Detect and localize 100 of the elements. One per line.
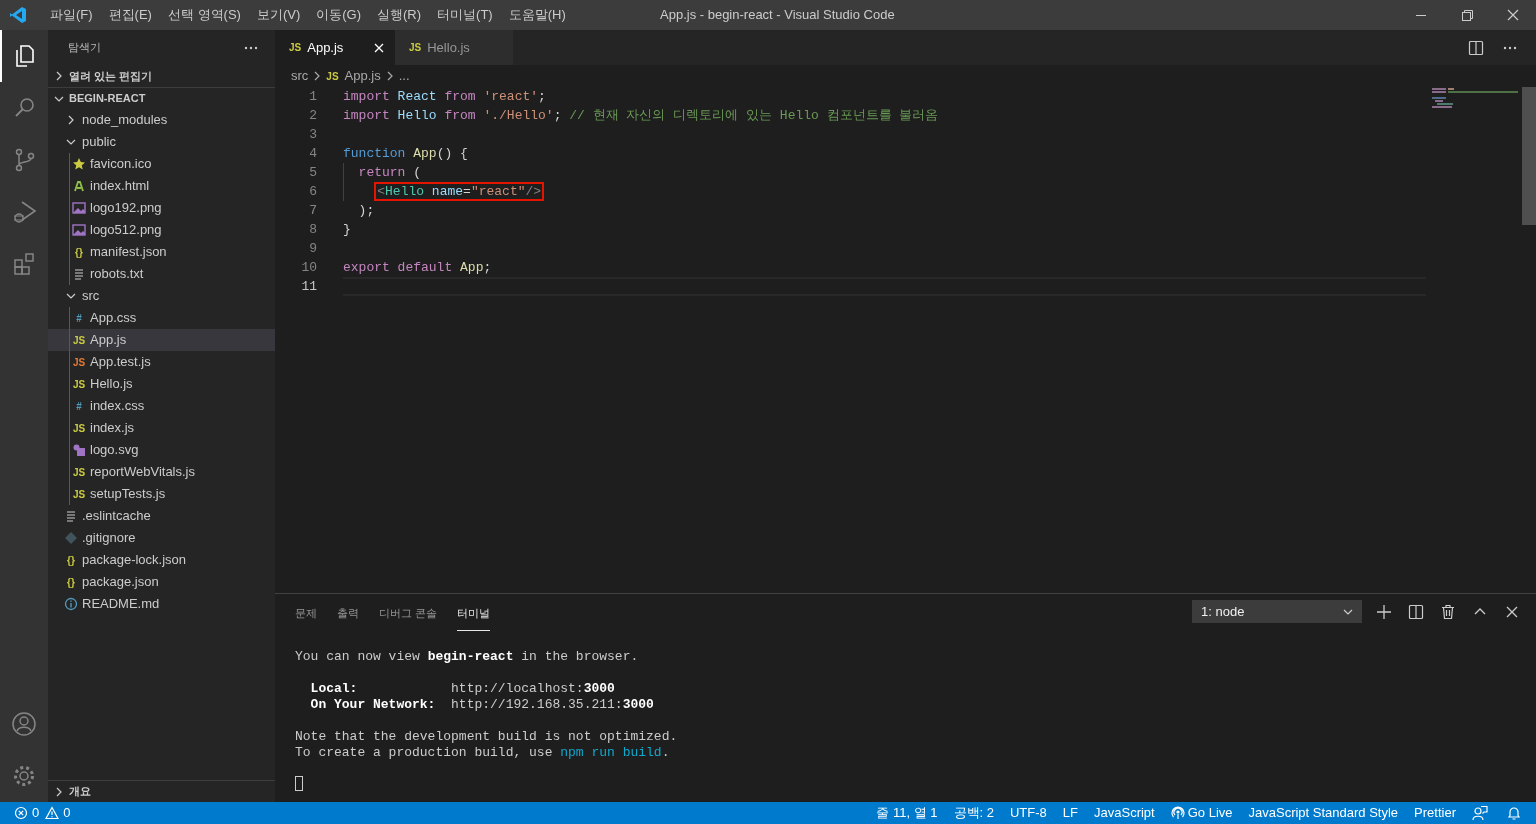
line-number: 10: [300, 258, 317, 277]
file-type-label: #: [75, 311, 83, 326]
bell-icon[interactable]: [1506, 805, 1522, 821]
file-item[interactable]: logo512.png: [48, 219, 275, 241]
panel-tab[interactable]: 출력: [337, 596, 359, 631]
file-item[interactable]: README.md: [48, 593, 275, 615]
file-type-label: JS: [72, 487, 86, 502]
breadcrumb-item[interactable]: ...: [398, 66, 410, 86]
file-type-label: JS: [72, 465, 86, 480]
status-item[interactable]: 공백: 2: [945, 803, 1002, 823]
terminal-line: Note that the development build is not optimized.: [295, 728, 679, 743]
file-item[interactable]: .gitignore: [48, 527, 275, 549]
text-file-icon: [72, 267, 86, 281]
text-file-icon: [64, 509, 78, 523]
file-item[interactable]: JS index.js: [48, 417, 275, 439]
menu-item[interactable]: 실행(R): [369, 5, 430, 25]
menu-item[interactable]: 터미널(T): [429, 5, 501, 25]
window-title: App.js - begin-react - Visual Studio Code: [660, 6, 895, 25]
file-item[interactable]: # index.css: [48, 395, 275, 417]
folder-item[interactable]: public: [48, 131, 275, 153]
file-item[interactable]: JS App.js: [48, 329, 275, 351]
file-item[interactable]: index.html: [48, 175, 275, 197]
code-line: return (: [357, 163, 422, 182]
file-type-label: JS: [72, 355, 86, 370]
status-item[interactable]: LF: [1054, 803, 1086, 823]
file-item[interactable]: JS reportWebVitals.js: [48, 461, 275, 483]
app-logo-icon: [9, 6, 27, 24]
explorer-title: 탐색기: [68, 40, 101, 56]
file-item[interactable]: .eslintcache: [48, 505, 275, 527]
panel-tab[interactable]: 디버그 콘솔: [379, 596, 438, 631]
file-type-label: {}: [66, 575, 76, 590]
status-item[interactable]: Prettier: [1406, 803, 1464, 823]
line-number: 7: [308, 201, 317, 220]
file-type-label: {}: [66, 553, 76, 568]
status-item[interactable]: UTF-8: [1002, 803, 1055, 823]
folder-item[interactable]: src: [48, 285, 275, 307]
file-item[interactable]: robots.txt: [48, 263, 275, 285]
file-type-label: JS: [326, 69, 339, 84]
broadcast-icon: [1170, 806, 1185, 820]
error-icon: [14, 806, 28, 820]
panel-tab[interactable]: 문제: [295, 596, 317, 631]
file-item[interactable]: JS Hello.js: [48, 373, 275, 395]
file-type-label: JS: [289, 41, 302, 55]
line-number: 2: [308, 106, 317, 125]
split-terminal-icon[interactable]: [1408, 603, 1424, 620]
go-live-button[interactable]: Go Live: [1162, 803, 1241, 823]
trash-icon[interactable]: [1440, 603, 1456, 620]
file-type-label: #: [75, 399, 83, 414]
file-item[interactable]: {} package-lock.json: [48, 549, 275, 571]
menu-item[interactable]: 선택 영역(S): [159, 5, 249, 25]
account-icon[interactable]: [11, 711, 37, 737]
folder-item[interactable]: node_modules: [48, 109, 275, 131]
menu-item[interactable]: 파일(F): [42, 5, 101, 25]
feedback-icon[interactable]: [1472, 805, 1488, 821]
line-number: 6: [308, 182, 317, 201]
line-number: 11: [300, 277, 317, 296]
line-number: 1: [308, 87, 317, 106]
menu-item[interactable]: 도움말(H): [500, 5, 574, 25]
star-icon: [72, 157, 86, 171]
file-item[interactable]: JS App.test.js: [48, 351, 275, 373]
info-icon: [64, 597, 78, 611]
line-number: 3: [308, 125, 317, 144]
breadcrumb-item[interactable]: src: [291, 66, 309, 86]
breadcrumb-label[interactable]: App.js: [344, 66, 381, 86]
status-item[interactable]: JavaScript Standard Style: [1240, 803, 1407, 823]
menu-item[interactable]: 편집(E): [100, 5, 160, 25]
file-type-label: JS: [72, 377, 86, 392]
status-item[interactable]: JavaScript: [1086, 803, 1163, 823]
problems-status[interactable]: 0 0: [0, 802, 71, 824]
file-item[interactable]: favicon.ico: [48, 153, 275, 175]
file-item[interactable]: # App.css: [48, 307, 275, 329]
file-item[interactable]: JS setupTests.js: [48, 483, 275, 505]
split-editor-icon[interactable]: [1468, 39, 1484, 56]
scrollbar-thumb[interactable]: [1522, 87, 1536, 225]
section-header[interactable]: BEGIN-REACT: [48, 87, 275, 109]
editor-tab[interactable]: JS App.js: [275, 30, 395, 65]
file-item[interactable]: {} manifest.json: [48, 241, 275, 263]
editor-tab[interactable]: JS Hello.js: [395, 30, 513, 65]
file-item[interactable]: logo.svg: [48, 439, 275, 461]
file-type-label: {}: [74, 245, 84, 260]
add-icon[interactable]: [1376, 603, 1392, 620]
file-item[interactable]: {} package.json: [48, 571, 275, 593]
status-item[interactable]: 줄 11, 열 1: [868, 803, 946, 823]
settings-icon[interactable]: [11, 763, 37, 789]
close-icon[interactable]: [373, 41, 385, 54]
section-header[interactable]: 열려 있는 편집기: [48, 65, 275, 87]
code-line: }: [343, 220, 351, 239]
breadcrumb-item[interactable]: JS App.js: [326, 66, 381, 86]
menu-item[interactable]: 보기(V): [248, 5, 309, 25]
menu-item[interactable]: 이동(G): [308, 5, 370, 25]
panel-tab[interactable]: 터미널: [457, 596, 491, 631]
code-line: import React from 'react';: [343, 87, 546, 106]
terminal-line: To create a production build, use npm run build.: [295, 744, 671, 759]
warning-icon: [45, 806, 60, 820]
terminal-dropdown[interactable]: 1: node: [1192, 600, 1362, 623]
file-item[interactable]: logo192.png: [48, 197, 275, 219]
file-type-label: JS: [72, 333, 86, 348]
run-debug-icon: [12, 199, 38, 225]
svg-file-icon: [72, 443, 86, 457]
file-type-label: JS: [409, 41, 422, 55]
